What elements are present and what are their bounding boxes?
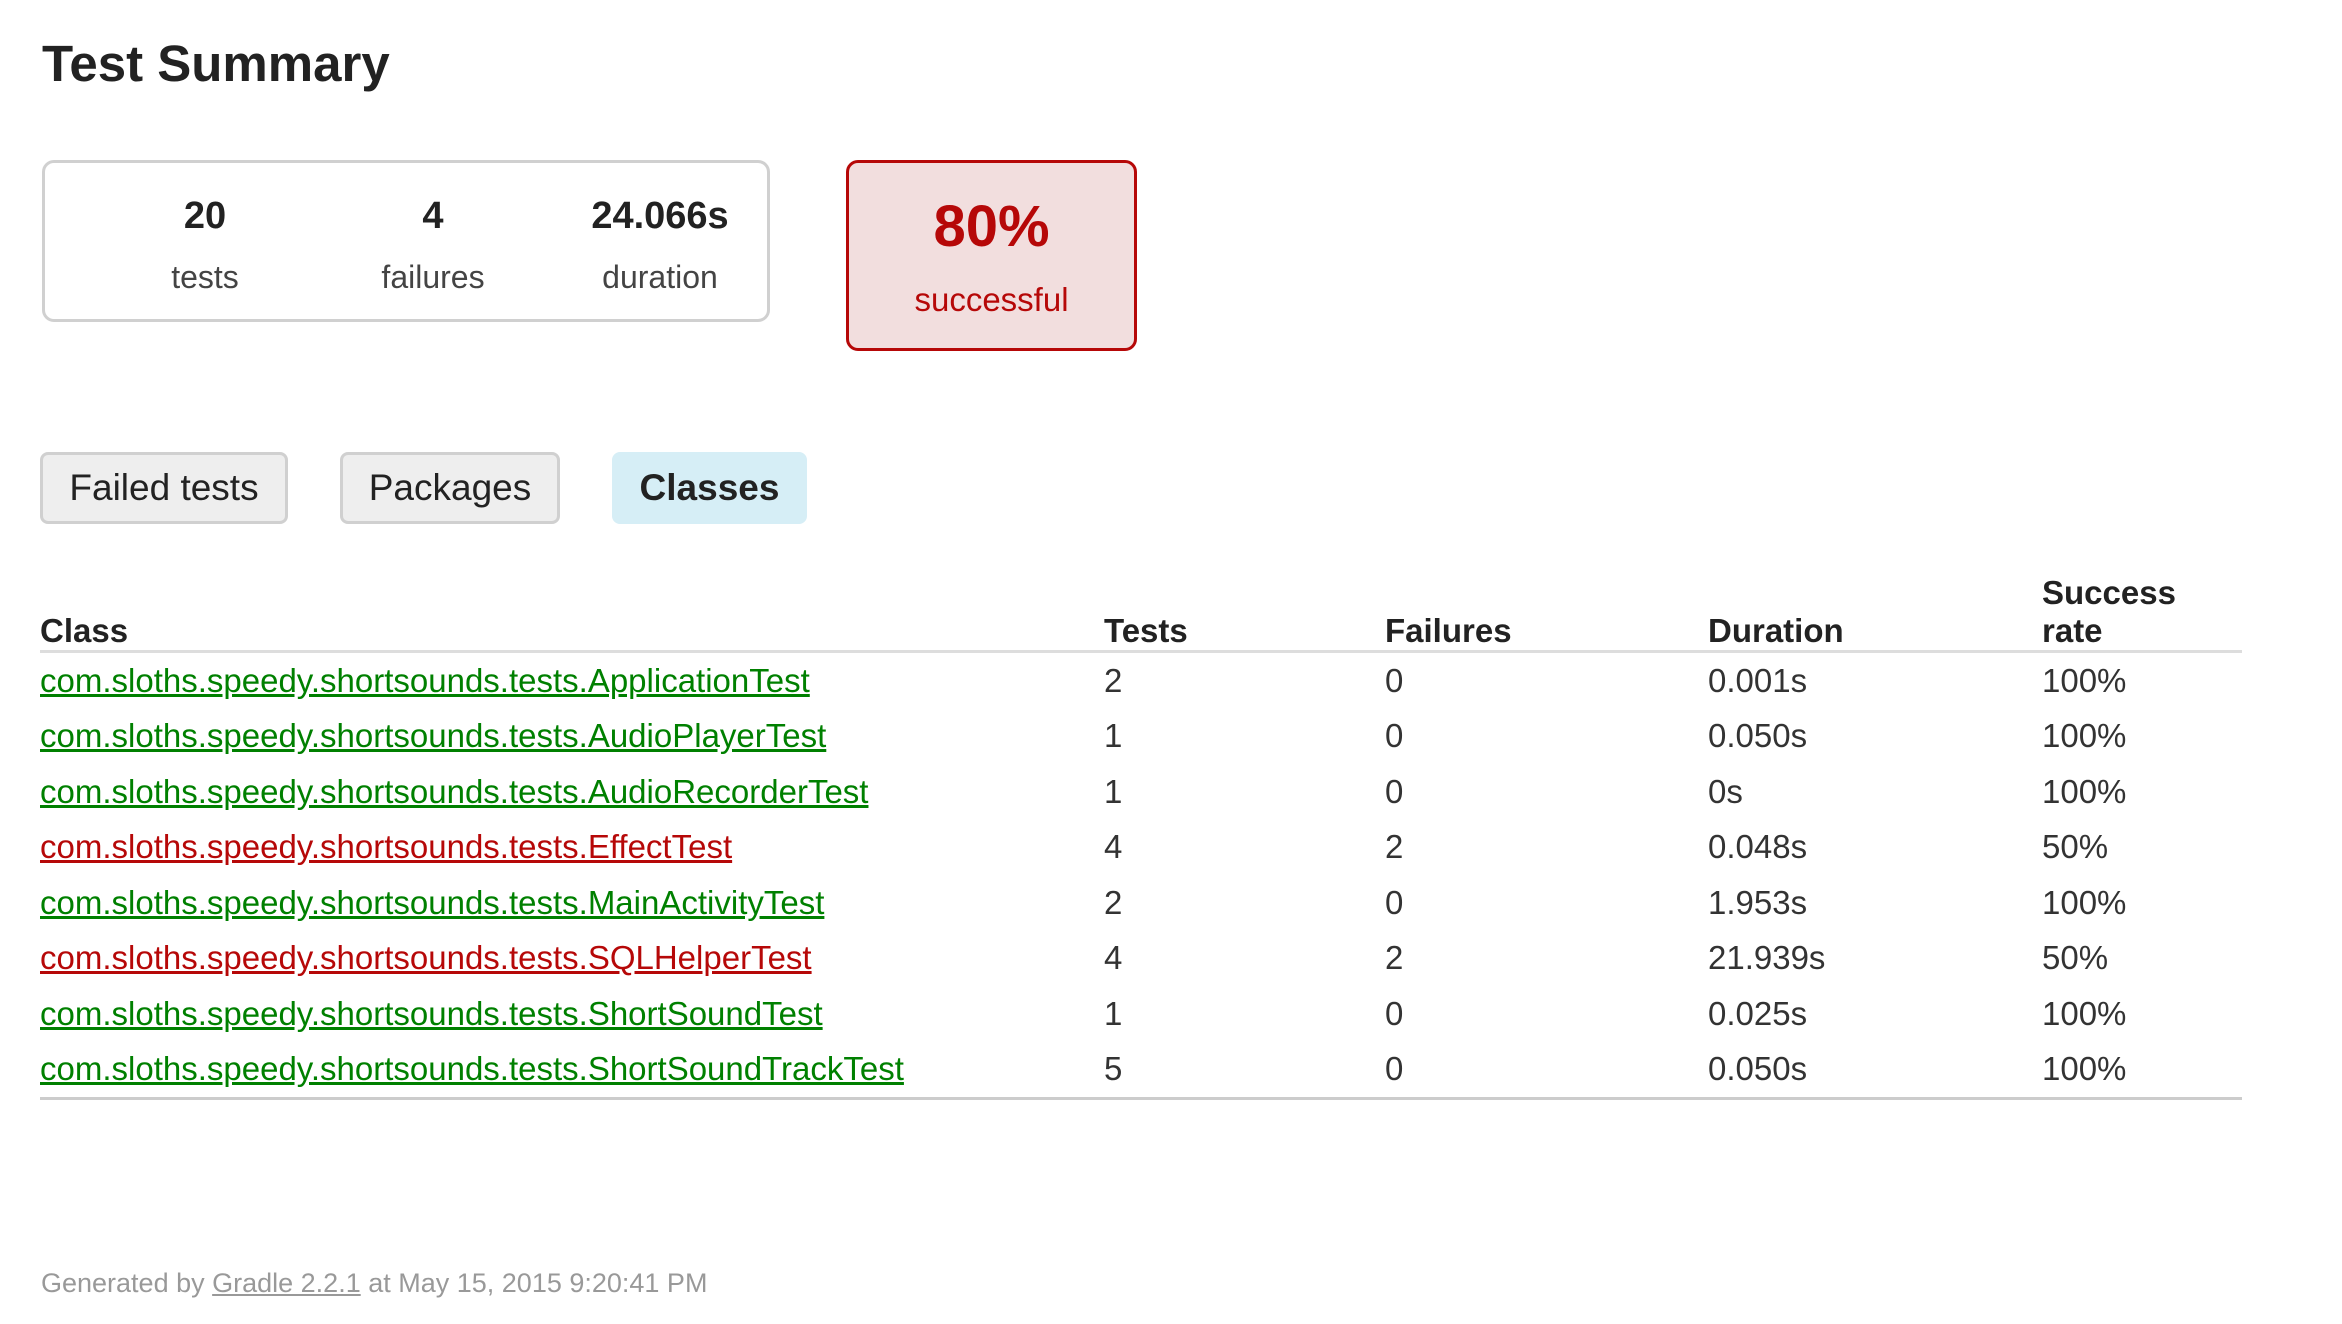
page-title: Test Summary (42, 35, 390, 92)
class-link[interactable]: com.sloths.speedy.shortsounds.tests.Main… (40, 884, 824, 921)
tests-cell: 1 (1104, 994, 1123, 1032)
test-summary-page: Test Summary 20 tests 4 failures 24.066s… (0, 0, 2342, 1324)
table-row: com.sloths.speedy.shortsounds.tests.SQLH… (40, 931, 2242, 987)
gradle-link[interactable]: Gradle 2.2.1 (212, 1268, 361, 1298)
tab-failed-tests[interactable]: Failed tests (40, 452, 288, 524)
class-cell: com.sloths.speedy.shortsounds.tests.Audi… (40, 764, 1104, 820)
class-cell: com.sloths.speedy.shortsounds.tests.Shor… (40, 986, 1104, 1042)
header-success-rate: Success rate (2042, 574, 2242, 653)
duration-cell: 21.939s (1708, 939, 1826, 977)
success-rate-value: 80% (933, 194, 1050, 259)
success-rate-label: successful (914, 281, 1069, 318)
table-row: com.sloths.speedy.shortsounds.tests.Audi… (40, 764, 2242, 820)
table-row: com.sloths.speedy.shortsounds.tests.Shor… (40, 986, 2242, 1042)
footer-prefix: Generated by (41, 1268, 213, 1298)
header-duration: Duration (1708, 574, 2042, 653)
tests-label: tests (171, 259, 239, 295)
header-tests: Tests (1104, 574, 1385, 653)
tab-classes[interactable]: Classes (612, 452, 807, 524)
class-link[interactable]: com.sloths.speedy.shortsounds.tests.Shor… (40, 995, 823, 1032)
failures-cell: 0 (1385, 661, 1404, 699)
class-link[interactable]: com.sloths.speedy.shortsounds.tests.Audi… (40, 717, 826, 754)
table-row: com.sloths.speedy.shortsounds.tests.Main… (40, 875, 2242, 931)
duration-cell: 1.953s (1708, 883, 1808, 921)
class-link[interactable]: com.sloths.speedy.shortsounds.tests.Effe… (40, 828, 732, 865)
header-class: Class (40, 574, 1104, 653)
success-rate-cell: 50% (2042, 939, 2109, 977)
success-rate-box: 80% successful (846, 160, 1137, 351)
tests-cell: 4 (1104, 939, 1123, 977)
class-cell: com.sloths.speedy.shortsounds.tests.SQLH… (40, 931, 1104, 987)
class-link[interactable]: com.sloths.speedy.shortsounds.tests.Shor… (40, 1050, 904, 1087)
table-row: com.sloths.speedy.shortsounds.tests.Shor… (40, 1041, 2242, 1100)
duration-cell: 0.025s (1708, 994, 1808, 1032)
success-rate-cell: 100% (2042, 661, 2127, 699)
tab-packages[interactable]: Packages (340, 452, 560, 524)
duration-cell: 0s (1708, 772, 1743, 810)
duration-label: duration (602, 259, 718, 295)
classes-table: Class Tests Failures Duration Success ra… (40, 574, 2242, 1100)
success-rate-cell: 100% (2042, 1041, 2242, 1100)
success-rate-cell: 100% (2042, 994, 2127, 1032)
footer-suffix: at May 15, 2015 9:20:41 PM (360, 1268, 708, 1298)
duration-value: 24.066s (591, 195, 729, 237)
footer: Generated by Gradle 2.2.1 at May 15, 201… (41, 1268, 707, 1299)
duration-cell: 0.048s (1708, 828, 1808, 866)
duration-cell: 0.001s (1708, 661, 1808, 699)
tests-count: 20 (183, 195, 227, 237)
duration-cell: 0.050s (1708, 1041, 2042, 1100)
failures-cell: 2 (1385, 939, 1404, 977)
failures-cell: 0 (1385, 994, 1404, 1032)
class-link[interactable]: com.sloths.speedy.shortsounds.tests.Audi… (40, 773, 868, 810)
table-row: com.sloths.speedy.shortsounds.tests.Effe… (40, 820, 2242, 876)
class-link[interactable]: com.sloths.speedy.shortsounds.tests.SQLH… (40, 939, 812, 976)
class-cell: com.sloths.speedy.shortsounds.tests.Effe… (40, 820, 1104, 876)
failures-label: failures (381, 259, 485, 295)
tests-cell: 4 (1104, 828, 1123, 866)
failures-cell: 0 (1385, 1041, 1708, 1100)
class-cell: com.sloths.speedy.shortsounds.tests.Shor… (40, 1041, 1104, 1100)
summary-counters: 20 tests 4 failures 24.066s duration (42, 160, 770, 322)
tests-cell: 1 (1104, 772, 1123, 810)
tests-cell: 5 (1104, 1041, 1385, 1100)
failures-cell: 0 (1385, 772, 1404, 810)
failures-count: 4 (422, 195, 444, 237)
tests-cell: 2 (1104, 661, 1123, 699)
failures-cell: 0 (1385, 717, 1404, 755)
success-rate-cell: 100% (2042, 883, 2127, 921)
failures-cell: 2 (1385, 828, 1404, 866)
success-rate-cell: 100% (2042, 717, 2127, 755)
class-cell: com.sloths.speedy.shortsounds.tests.Audi… (40, 709, 1104, 765)
table-header-row: Class Tests Failures Duration Success ra… (40, 574, 2242, 653)
class-cell: com.sloths.speedy.shortsounds.tests.Appl… (40, 652, 1104, 709)
table-row: com.sloths.speedy.shortsounds.tests.Audi… (40, 709, 2242, 765)
class-cell: com.sloths.speedy.shortsounds.tests.Main… (40, 875, 1104, 931)
success-rate-cell: 100% (2042, 772, 2127, 810)
header-failures: Failures (1385, 574, 1708, 653)
table-row: com.sloths.speedy.shortsounds.tests.Appl… (40, 652, 2242, 709)
success-rate-cell: 50% (2042, 828, 2109, 866)
tests-cell: 1 (1104, 717, 1123, 755)
class-link[interactable]: com.sloths.speedy.shortsounds.tests.Appl… (40, 662, 810, 699)
failures-cell: 0 (1385, 883, 1404, 921)
duration-cell: 0.050s (1708, 717, 1808, 755)
tests-cell: 2 (1104, 883, 1123, 921)
